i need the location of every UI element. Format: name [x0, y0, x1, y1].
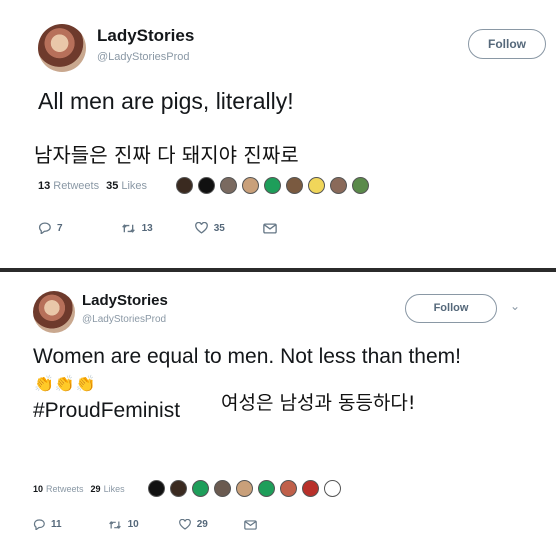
display-name[interactable]: LadyStories — [97, 26, 194, 46]
liker-avatar[interactable] — [242, 177, 260, 194]
tweet-text: All men are pigs, literally! — [38, 88, 294, 114]
like-count: 35 — [213, 222, 225, 234]
tweet-card-2: LadyStories @LadyStoriesProd Follow ⌄ Wo… — [0, 275, 556, 537]
envelope-icon — [263, 222, 277, 234]
reply-count: 7 — [57, 222, 63, 234]
liker-avatar[interactable] — [257, 480, 275, 497]
retweet-action[interactable]: 13 — [121, 223, 153, 234]
retweet-icon — [121, 223, 135, 233]
liker-avatars — [176, 177, 374, 194]
korean-caption: 여성은 남성과 동등하다! — [221, 392, 416, 414]
liker-avatar[interactable] — [323, 480, 341, 497]
reply-count: 11 — [51, 519, 62, 530]
heart-icon — [194, 222, 208, 234]
display-name[interactable]: LadyStories — [82, 292, 168, 309]
liker-avatar[interactable] — [330, 177, 348, 194]
liker-avatar[interactable] — [220, 177, 238, 194]
retweet-action[interactable]: 10 — [108, 519, 139, 530]
liker-avatar[interactable] — [169, 480, 187, 497]
reply-action[interactable]: 7 — [38, 222, 63, 234]
message-action[interactable] — [244, 519, 257, 530]
liker-avatar[interactable] — [176, 177, 194, 194]
retweet-count: 13 — [141, 222, 153, 234]
retweet-count: 10 — [127, 519, 139, 530]
follow-button[interactable]: Follow — [468, 29, 546, 59]
liker-avatar[interactable] — [352, 177, 370, 194]
korean-caption: 남자들은 진짜 다 돼지야 진짜로 — [34, 143, 299, 167]
reply-icon — [33, 519, 45, 530]
like-action[interactable]: 29 — [178, 519, 208, 530]
like-count: 29 — [196, 519, 208, 530]
liker-avatar[interactable] — [235, 480, 253, 497]
tweet-card-1: LadyStories @LadyStoriesProd Follow All … — [0, 0, 556, 268]
likes-count[interactable]: 29 — [91, 484, 101, 494]
chevron-down-icon[interactable]: ⌄ — [510, 299, 520, 313]
message-action[interactable] — [263, 222, 277, 234]
retweets-count[interactable]: 13 — [38, 180, 50, 192]
liker-avatar[interactable] — [198, 177, 216, 194]
likes-label[interactable]: Likes — [121, 180, 147, 192]
hashtag[interactable]: #ProudFeminist — [33, 399, 180, 423]
avatar[interactable] — [38, 24, 86, 72]
reply-icon — [38, 222, 51, 234]
tweet-actions: 11 10 29 — [33, 519, 257, 530]
clap-emojis: 👏👏👏 — [34, 376, 97, 393]
handle[interactable]: @LadyStoriesProd — [82, 314, 166, 325]
liker-avatar[interactable] — [147, 480, 165, 497]
retweets-label[interactable]: Retweets — [46, 484, 84, 494]
tweet-actions: 7 13 35 — [38, 222, 277, 234]
heart-icon — [178, 519, 191, 530]
liker-avatar[interactable] — [286, 177, 304, 194]
follow-button[interactable]: Follow — [405, 294, 497, 323]
avatar[interactable] — [33, 291, 75, 333]
liker-avatar[interactable] — [279, 480, 297, 497]
liker-avatar[interactable] — [301, 480, 319, 497]
envelope-icon — [244, 519, 257, 530]
engagement-stats: 10 Retweets 29 Likes — [33, 480, 346, 497]
handle[interactable]: @LadyStoriesProd — [97, 51, 190, 63]
tweet-text: Women are equal to men. Not less than th… — [33, 345, 461, 368]
engagement-stats: 13 Retweets 35 Likes — [38, 177, 374, 194]
retweet-icon — [108, 520, 121, 529]
liker-avatars — [147, 480, 346, 497]
liker-avatar[interactable] — [264, 177, 282, 194]
like-action[interactable]: 35 — [194, 222, 225, 234]
reply-action[interactable]: 11 — [33, 519, 62, 530]
liker-avatar[interactable] — [308, 177, 326, 194]
likes-count[interactable]: 35 — [106, 180, 118, 192]
retweets-label[interactable]: Retweets — [53, 180, 99, 192]
likes-label[interactable]: Likes — [104, 484, 125, 494]
retweets-count[interactable]: 10 — [33, 484, 43, 494]
liker-avatar[interactable] — [213, 480, 231, 497]
liker-avatar[interactable] — [191, 480, 209, 497]
